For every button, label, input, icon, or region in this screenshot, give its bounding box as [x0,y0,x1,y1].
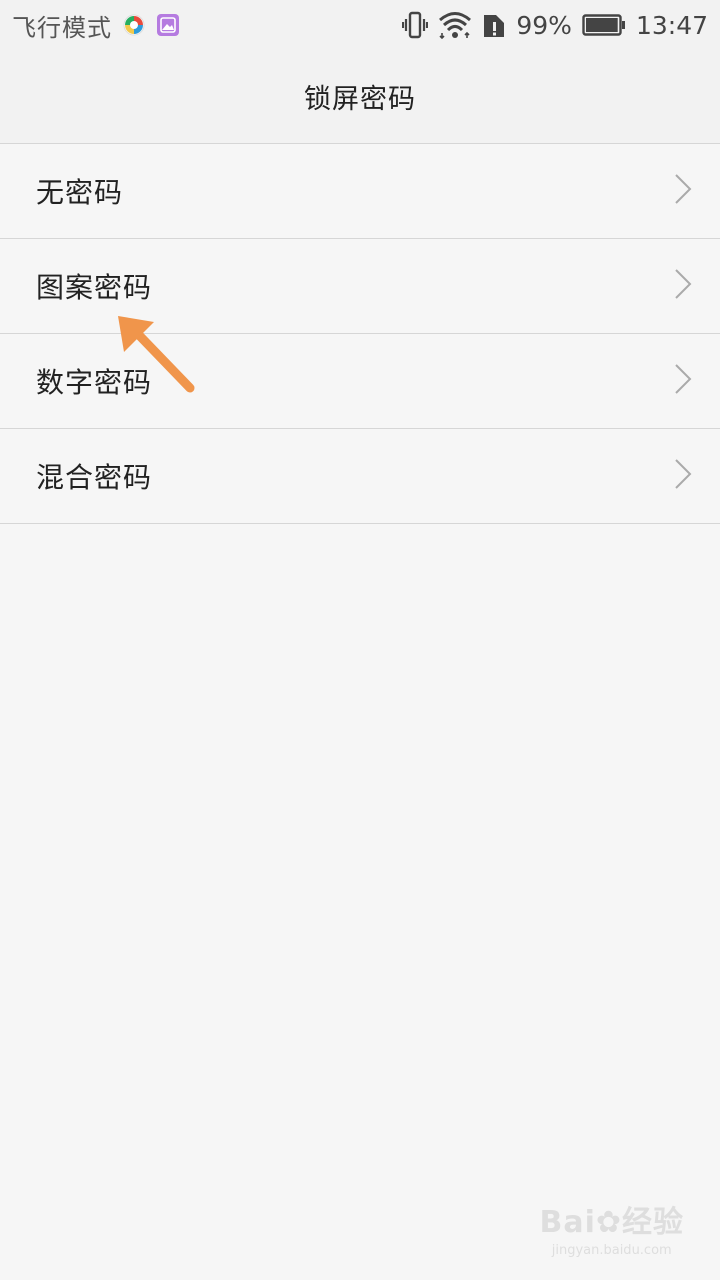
baidu-jingyan-watermark: Bai✿经验 jingyan.baidu.com [539,1197,684,1258]
sim-alert-icon [482,11,506,39]
option-label: 数字密码 [36,366,153,399]
title-bar: 锁屏密码 [0,50,720,144]
clock: 13:47 [635,10,708,40]
lock-password-options: 无密码 图案密码 数字密码 混合密码 [0,144,720,524]
status-bar-left: 飞行模式 [12,0,180,50]
option-label: 图案密码 [36,271,153,304]
paw-logo-icon: ✿ [595,1205,622,1240]
watermark-url: jingyan.baidu.com [551,1243,672,1258]
page-title: 锁屏密码 [304,84,416,115]
chevron-right-icon [674,458,692,494]
option-label: 无密码 [36,176,124,209]
battery-icon [582,13,626,37]
watermark-brand: Bai [539,1205,596,1240]
status-bar-right: 99% 13:47 [402,0,708,50]
watermark-brand-suffix: 经验 [622,1205,684,1240]
option-mixed-password[interactable]: 混合密码 [0,429,720,524]
app-icon-colorful [122,13,146,37]
option-pin-password[interactable]: 数字密码 [0,334,720,429]
status-bar: 飞行模式 99% 13:47 [0,0,720,50]
chevron-right-icon [674,268,692,304]
airplane-mode-label: 飞行模式 [12,13,112,42]
battery-percent: 99% [516,10,572,40]
gallery-app-icon [156,13,180,37]
chevron-right-icon [674,173,692,209]
option-label: 混合密码 [36,461,153,494]
chevron-right-icon [674,363,692,399]
option-pattern-password[interactable]: 图案密码 [0,239,720,334]
vibrate-icon [402,11,429,39]
wifi-icon [438,11,472,39]
option-no-password[interactable]: 无密码 [0,144,720,239]
